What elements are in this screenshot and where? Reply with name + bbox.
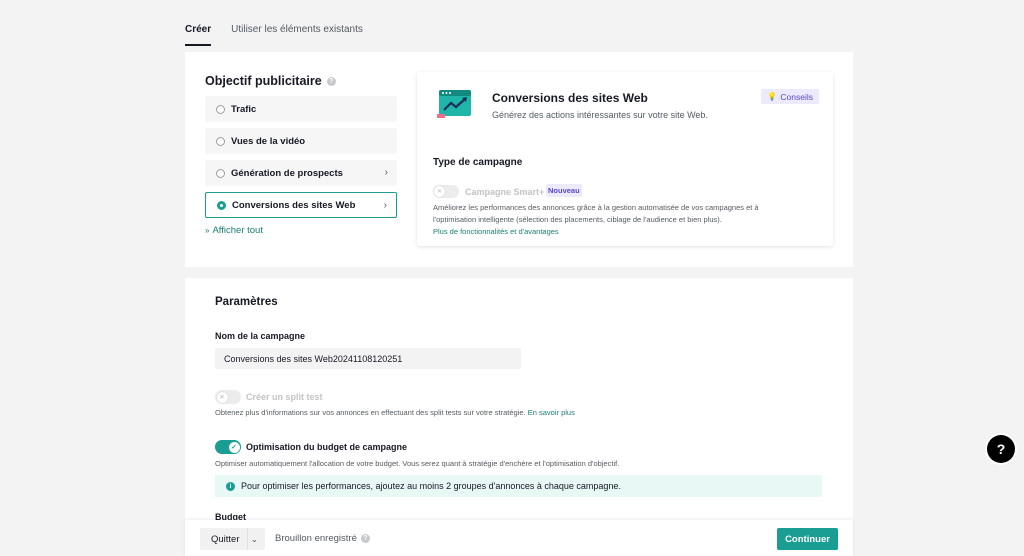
continue-button[interactable]: Continuer [777, 528, 838, 550]
objective-option-lead-generation[interactable]: Génération de prospects › [205, 160, 397, 186]
show-all-link[interactable]: » Afficher tout [205, 225, 263, 236]
tips-button[interactable]: 💡 Conseils [761, 89, 819, 104]
smart-campaign-label: Campagne Smart+ [465, 187, 545, 197]
objective-option-label: Trafic [231, 103, 257, 115]
budget-optimization-description: Optimiser automatiquement l'allocation d… [215, 459, 620, 468]
radio-icon [216, 168, 225, 178]
radio-icon [216, 104, 225, 114]
footer-bar: Quitter ⌄ Brouillon enregistré ? Continu… [185, 520, 853, 556]
budget-optimization-toggle[interactable]: ✓ [215, 440, 241, 454]
help-fab-button[interactable]: ? [987, 435, 1015, 463]
split-test-description: Obtenez plus d'informations sur vos anno… [215, 408, 575, 417]
objective-option-label: Génération de prospects [231, 167, 343, 179]
show-all-label: Afficher tout [212, 225, 263, 236]
split-test-toggle[interactable]: ✕ [215, 390, 241, 404]
double-chevron-down-icon: » [205, 226, 210, 235]
objective-option-traffic[interactable]: Trafic [205, 96, 397, 122]
smart-campaign-toggle[interactable]: ✕ [433, 185, 459, 198]
objective-title: Objectif publicitaire ? [205, 74, 336, 88]
top-tabs: Créer Utiliser les éléments existants [185, 24, 363, 46]
objective-option-video-views[interactable]: Vues de la vidéo [205, 128, 397, 154]
objective-title-text: Objectif publicitaire [205, 74, 322, 88]
new-badge: Nouveau [546, 184, 582, 197]
draft-status-label: Brouillon enregistré [275, 533, 357, 544]
parameters-title: Paramètres [215, 296, 278, 308]
split-test-label: Créer un split test [246, 392, 323, 402]
split-test-description-text: Obtenez plus d'informations sur vos anno… [215, 408, 526, 417]
info-banner-text: Pour optimiser les performances, ajoutez… [241, 481, 621, 491]
parameters-section: Paramètres Nom de la campagne ✕ Créer un… [185, 278, 853, 538]
conversion-detail-card: Conversions des sites Web Générez des ac… [417, 72, 833, 246]
objective-section: Objectif publicitaire ? Trafic Vues de l… [185, 52, 853, 267]
tab-use-existing[interactable]: Utiliser les éléments existants [231, 24, 363, 46]
learn-more-link[interactable]: En savoir plus [528, 408, 575, 417]
objective-option-label: Vues de la vidéo [231, 135, 306, 147]
radio-icon [216, 136, 225, 146]
check-icon: ✓ [228, 441, 240, 453]
campaign-type-title: Type de campagne [433, 157, 523, 168]
question-mark-icon: ? [996, 441, 1006, 457]
quit-label: Quitter [211, 533, 240, 545]
lightbulb-icon: 💡 [767, 92, 778, 101]
chevron-down-icon[interactable]: ⌄ [247, 528, 265, 550]
chevron-right-icon: › [384, 167, 388, 178]
help-icon[interactable]: ? [360, 534, 370, 543]
chevron-right-icon: › [383, 200, 387, 211]
quit-button[interactable]: Quitter ⌄ [200, 528, 265, 550]
help-icon[interactable]: ? [326, 76, 336, 86]
info-banner: i Pour optimiser les performances, ajout… [215, 475, 822, 497]
tab-create[interactable]: Créer [185, 24, 212, 46]
objective-option-label: Conversions des sites Web [232, 199, 356, 211]
budget-optimization-label: Optimisation du budget de campagne [246, 442, 408, 452]
website-conversion-icon [437, 90, 471, 118]
close-icon: ✕ [216, 391, 228, 403]
objective-option-website-conversions[interactable]: Conversions des sites Web › [205, 192, 397, 218]
info-icon: i [226, 481, 235, 491]
tips-label: Conseils [780, 91, 813, 102]
campaign-name-label: Nom de la campagne [215, 331, 306, 341]
conversion-subtitle: Générez des actions intéressantes sur vo… [492, 110, 708, 120]
campaign-name-input[interactable] [215, 348, 521, 369]
smart-campaign-description: Améliorez les performances des annonces … [433, 203, 759, 224]
conversion-title: Conversions des sites Web [492, 91, 648, 105]
close-icon: ✕ [434, 186, 445, 197]
smart-features-link[interactable]: Plus de fonctionnalités et d'avantages [433, 227, 559, 236]
draft-status: Brouillon enregistré ? [275, 533, 370, 544]
radio-selected-icon [217, 200, 226, 210]
